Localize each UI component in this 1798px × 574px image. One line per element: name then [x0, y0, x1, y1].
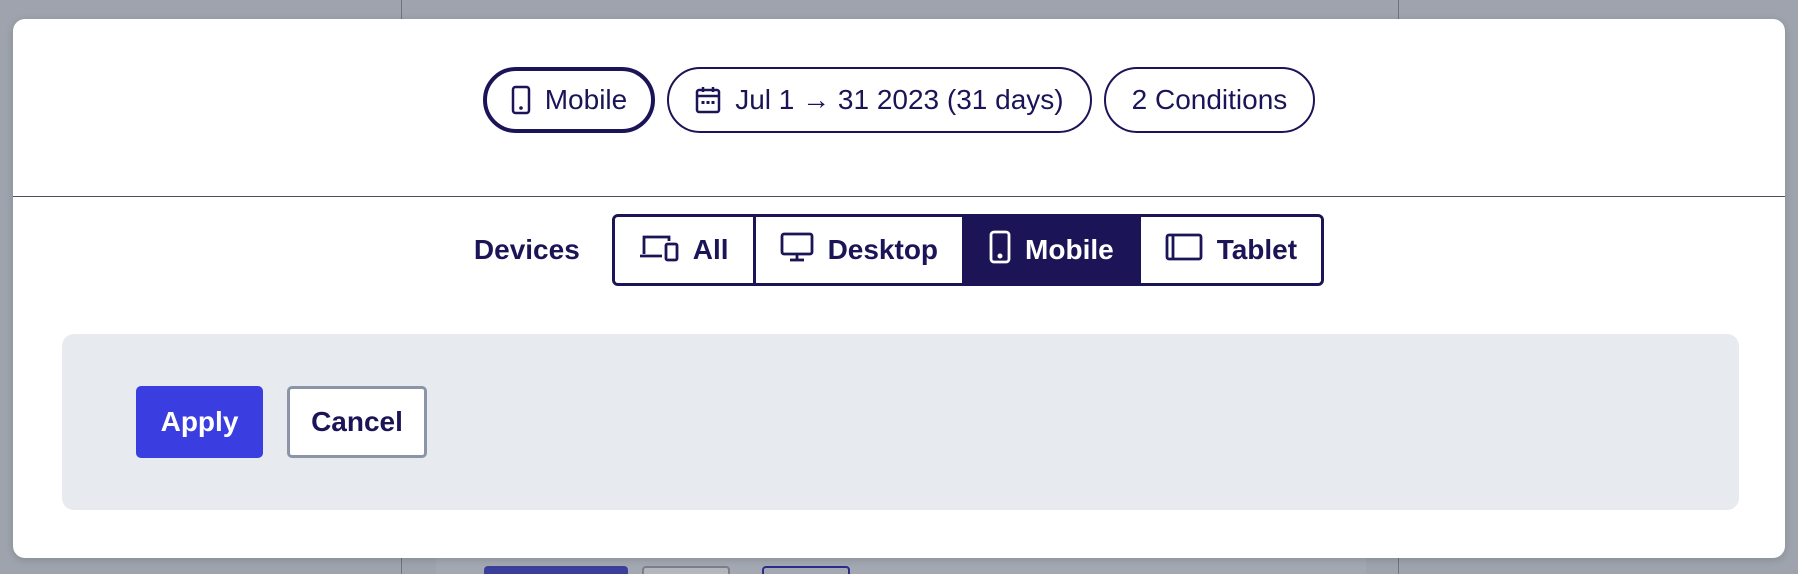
device-option-tablet[interactable]: Tablet — [1140, 217, 1322, 283]
background-button — [642, 566, 730, 574]
conditions-filter-chip-label: 2 Conditions — [1131, 84, 1288, 115]
filter-modal: Mobile Jul 1 → 31 2023 (31 days) 2 Condi… — [13, 19, 1785, 558]
device-filter-chip[interactable]: Mobile — [482, 67, 656, 133]
action-footer: Apply Cancel — [62, 334, 1739, 510]
device-option-all[interactable]: All — [614, 217, 756, 283]
device-filter-chip-label: Mobile — [544, 84, 628, 115]
device-option-desktop[interactable]: Desktop — [755, 217, 966, 283]
calendar-icon — [695, 86, 721, 114]
cancel-button[interactable]: Cancel — [287, 386, 427, 458]
devices-label: Devices — [473, 234, 580, 265]
devices-icon — [639, 232, 679, 269]
devices-row: Devices All Desktop Mobile Tablet — [13, 214, 1785, 286]
conditions-filter-chip[interactable]: 2 Conditions — [1103, 67, 1316, 133]
device-segmented-control: All Desktop Mobile Tablet — [611, 214, 1325, 286]
date-filter-chip-label: Jul 1 → 31 2023 (31 days) — [735, 84, 1064, 115]
device-option-label: Mobile — [1025, 234, 1114, 265]
filter-chips: Mobile Jul 1 → 31 2023 (31 days) 2 Condi… — [13, 67, 1785, 133]
device-option-label: Desktop — [827, 234, 939, 265]
device-option-mobile[interactable]: Mobile — [965, 217, 1141, 283]
date-filter-chip[interactable]: Jul 1 → 31 2023 (31 days) — [667, 67, 1092, 133]
tablet-icon — [1165, 233, 1203, 268]
desktop-icon — [780, 232, 814, 269]
device-option-label: All — [692, 234, 729, 265]
mobile-icon — [989, 230, 1011, 271]
apply-button[interactable]: Apply — [136, 386, 263, 458]
background-button — [762, 566, 850, 574]
header-divider — [13, 196, 1785, 197]
mobile-icon — [511, 85, 531, 115]
background-button — [484, 566, 628, 574]
device-option-label: Tablet — [1216, 234, 1298, 265]
